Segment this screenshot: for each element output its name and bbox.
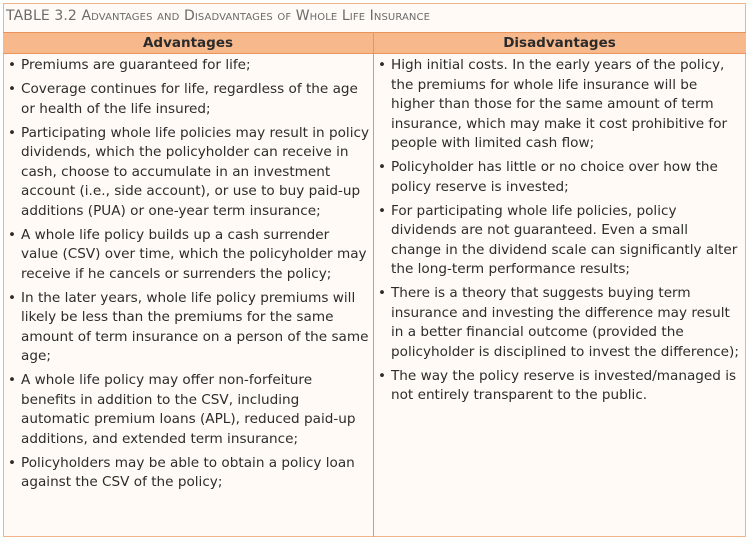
advantage-text: Participating whole life policies may re…: [21, 124, 369, 219]
advantage-text: A whole life policy builds up a cash sur…: [21, 226, 367, 282]
disadvantage-text: For participating whole life policies, p…: [391, 202, 738, 278]
bullet-icon: •: [8, 81, 17, 97]
list-item: • In the later years, whole life policy p…: [8, 289, 370, 367]
column-divider: [373, 32, 374, 537]
bullet-icon: •: [378, 285, 387, 301]
bullet-icon: •: [8, 226, 17, 243]
list-item: • Participating whole life policies may r…: [8, 124, 370, 222]
advantage-text: In the later years, whole life policy pr…: [21, 289, 369, 365]
bullet-icon: •: [378, 57, 387, 73]
list-item: • There is a theory that suggests buying …: [378, 284, 742, 362]
list-item: • Policyholder has little or no choice ov…: [378, 158, 742, 197]
list-item: • Premiums are guaranteed for life;: [8, 56, 370, 76]
bullet-icon: •: [8, 454, 17, 471]
column-header-advantages: Advantages: [142, 35, 234, 51]
advantages-list: • Premiums are guaranteed for life; • Cove…: [8, 56, 370, 497]
column-header-disadvantages: Disadvantages: [503, 35, 616, 51]
list-item: • Coverage continues for life, regardless…: [8, 80, 370, 119]
bullet-icon: •: [8, 289, 17, 306]
list-item: • A whole life policy builds up a cash su…: [8, 226, 370, 285]
table-header-row: Advantages Disadvantages: [3, 32, 746, 54]
bullet-icon: •: [378, 367, 387, 384]
list-item: • High initial costs. In the early years …: [378, 56, 742, 154]
disadvantage-text: There is a theory that suggests buying t…: [391, 285, 739, 360]
list-item: • The way the policy reserve is invested/…: [378, 367, 742, 406]
advantage-text: Policyholders may be able to obtain a po…: [21, 454, 355, 491]
bullet-icon: •: [8, 124, 17, 141]
bullet-icon: •: [8, 57, 17, 73]
disadvantages-list: • High initial costs. In the early years …: [378, 56, 742, 410]
disadvantage-text: Policyholder has little or no choice ove…: [391, 159, 718, 195]
advantage-text: A whole life policy may offer non-forfei…: [21, 372, 356, 447]
bullet-icon: •: [378, 202, 387, 219]
disadvantage-text: The way the policy reserve is invested/m…: [391, 367, 737, 404]
table-title: TABLE 3.2 Advantages and Disadvantages o…: [6, 8, 430, 24]
list-item: • Policyholders may be able to obtain a p…: [8, 454, 370, 493]
list-item: • A whole life policy may offer non-forfe…: [8, 371, 370, 449]
bullet-icon: •: [378, 159, 387, 175]
advantage-text: Coverage continues for life, regardless …: [21, 81, 358, 117]
table-caption: Advantages and Disadvantages of Whole Li…: [81, 8, 431, 24]
table-label: TABLE 3.2: [6, 8, 77, 24]
disadvantage-text: High initial costs. In the early years o…: [391, 57, 728, 151]
bullet-icon: •: [8, 372, 17, 388]
advantage-text: Premiums are guaranteed for life;: [21, 57, 251, 73]
list-item: • For participating whole life policies, …: [378, 202, 742, 280]
